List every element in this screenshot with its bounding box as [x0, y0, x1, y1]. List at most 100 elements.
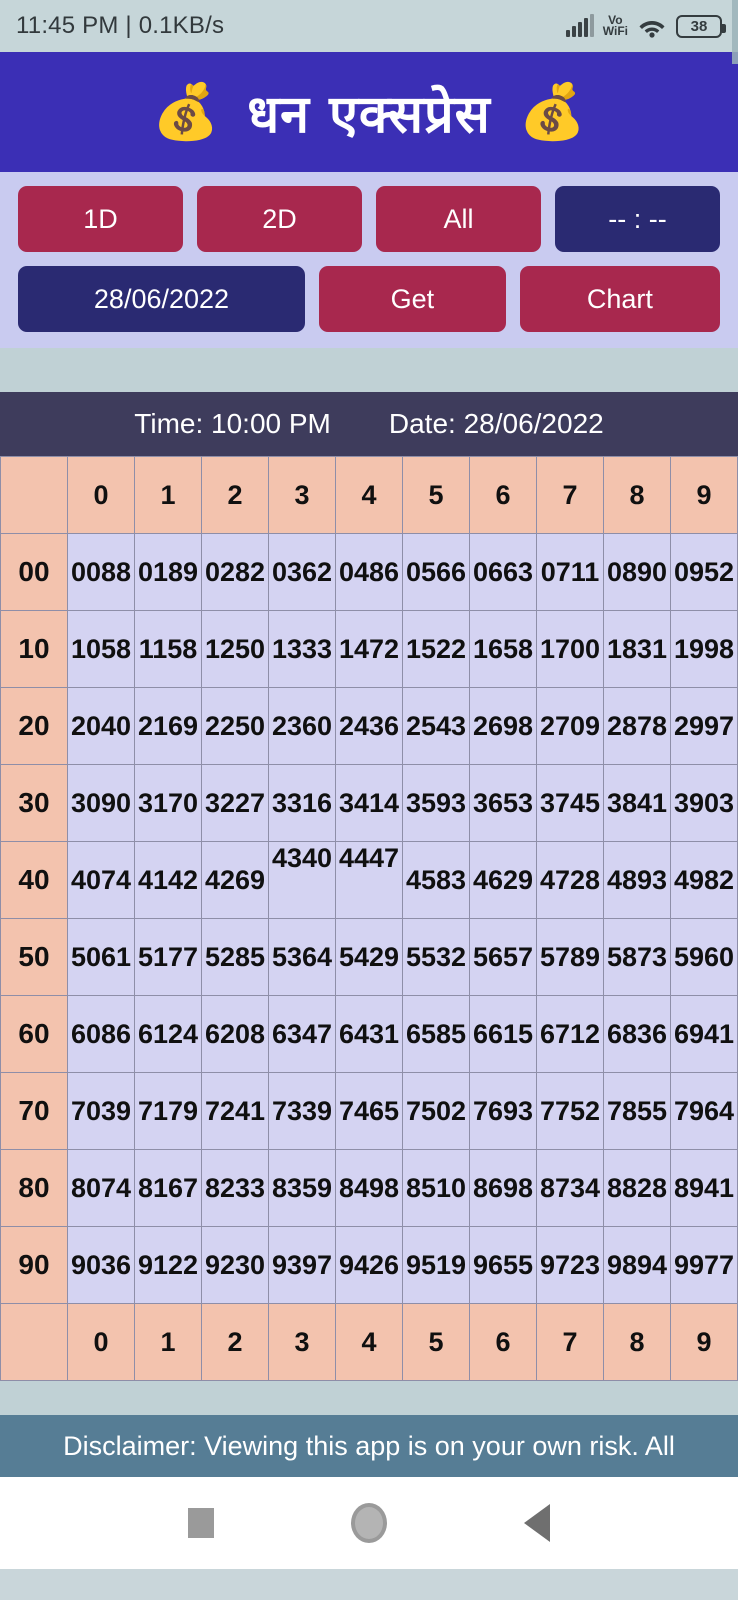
- table-cell[interactable]: 4142: [134, 841, 202, 919]
- table-cell[interactable]: 4074: [67, 841, 135, 919]
- table-cell[interactable]: 9723: [536, 1226, 604, 1304]
- table-cell[interactable]: 2543: [402, 687, 470, 765]
- table-cell[interactable]: 5285: [201, 918, 269, 996]
- table-cell[interactable]: 0711: [536, 533, 604, 611]
- table-cell[interactable]: 3903: [670, 764, 738, 842]
- table-cell[interactable]: 8510: [402, 1149, 470, 1227]
- table-cell[interactable]: 5789: [536, 918, 604, 996]
- filter-1d-button[interactable]: 1D: [18, 186, 183, 252]
- table-cell[interactable]: 1831: [603, 610, 671, 688]
- table-cell[interactable]: 3170: [134, 764, 202, 842]
- table-cell[interactable]: 7339: [268, 1072, 336, 1150]
- table-cell[interactable]: 3316: [268, 764, 336, 842]
- table-cell[interactable]: 5177: [134, 918, 202, 996]
- table-cell[interactable]: 3227: [201, 764, 269, 842]
- table-cell[interactable]: 0282: [201, 533, 269, 611]
- table-cell[interactable]: 1700: [536, 610, 604, 688]
- table-cell[interactable]: 2250: [201, 687, 269, 765]
- table-cell[interactable]: 4728: [536, 841, 604, 919]
- table-cell[interactable]: 9397: [268, 1226, 336, 1304]
- table-cell[interactable]: 1058: [67, 610, 135, 688]
- table-cell[interactable]: 4447: [335, 841, 403, 919]
- table-cell[interactable]: 3090: [67, 764, 135, 842]
- table-cell[interactable]: 3593: [402, 764, 470, 842]
- table-cell[interactable]: 0890: [603, 533, 671, 611]
- table-cell[interactable]: 8359: [268, 1149, 336, 1227]
- table-cell[interactable]: 8074: [67, 1149, 135, 1227]
- table-cell[interactable]: 2436: [335, 687, 403, 765]
- table-cell[interactable]: 5532: [402, 918, 470, 996]
- table-cell[interactable]: 1522: [402, 610, 470, 688]
- table-cell[interactable]: 5873: [603, 918, 671, 996]
- date-picker-button[interactable]: 28/06/2022: [18, 266, 305, 332]
- table-cell[interactable]: 1998: [670, 610, 738, 688]
- table-cell[interactable]: 4269: [201, 841, 269, 919]
- table-cell[interactable]: 4982: [670, 841, 738, 919]
- table-cell[interactable]: 0088: [67, 533, 135, 611]
- table-cell[interactable]: 7465: [335, 1072, 403, 1150]
- table-cell[interactable]: 1333: [268, 610, 336, 688]
- table-cell[interactable]: 5429: [335, 918, 403, 996]
- table-cell[interactable]: 9655: [469, 1226, 537, 1304]
- table-cell[interactable]: 6086: [67, 995, 135, 1073]
- table-cell[interactable]: 0189: [134, 533, 202, 611]
- table-cell[interactable]: 4340: [268, 841, 336, 919]
- table-cell[interactable]: 7752: [536, 1072, 604, 1150]
- table-cell[interactable]: 0566: [402, 533, 470, 611]
- filter-all-button[interactable]: All: [376, 186, 541, 252]
- table-cell[interactable]: 6124: [134, 995, 202, 1073]
- table-cell[interactable]: 8828: [603, 1149, 671, 1227]
- table-cell[interactable]: 8233: [201, 1149, 269, 1227]
- table-cell[interactable]: 6836: [603, 995, 671, 1073]
- table-cell[interactable]: 9230: [201, 1226, 269, 1304]
- table-cell[interactable]: 7502: [402, 1072, 470, 1150]
- table-cell[interactable]: 7693: [469, 1072, 537, 1150]
- table-cell[interactable]: 9122: [134, 1226, 202, 1304]
- table-cell[interactable]: 0952: [670, 533, 738, 611]
- table-cell[interactable]: 9519: [402, 1226, 470, 1304]
- table-cell[interactable]: 5364: [268, 918, 336, 996]
- circle-home-icon[interactable]: [350, 1503, 387, 1543]
- table-cell[interactable]: 1658: [469, 610, 537, 688]
- triangle-back-icon[interactable]: [523, 1504, 550, 1542]
- table-cell[interactable]: 5657: [469, 918, 537, 996]
- table-cell[interactable]: 0362: [268, 533, 336, 611]
- table-cell[interactable]: 3745: [536, 764, 604, 842]
- table-cell[interactable]: 9426: [335, 1226, 403, 1304]
- table-cell[interactable]: 6585: [402, 995, 470, 1073]
- table-cell[interactable]: 8941: [670, 1149, 738, 1227]
- table-cell[interactable]: 2709: [536, 687, 604, 765]
- table-cell[interactable]: 9977: [670, 1226, 738, 1304]
- table-cell[interactable]: 8498: [335, 1149, 403, 1227]
- square-recents-icon[interactable]: [188, 1508, 215, 1538]
- table-cell[interactable]: 1472: [335, 610, 403, 688]
- table-cell[interactable]: 6941: [670, 995, 738, 1073]
- table-cell[interactable]: 6208: [201, 995, 269, 1073]
- table-cell[interactable]: 7855: [603, 1072, 671, 1150]
- table-cell[interactable]: 3653: [469, 764, 537, 842]
- table-cell[interactable]: 6615: [469, 995, 537, 1073]
- table-cell[interactable]: 7964: [670, 1072, 738, 1150]
- table-cell[interactable]: 2360: [268, 687, 336, 765]
- table-cell[interactable]: 7241: [201, 1072, 269, 1150]
- table-cell[interactable]: 4629: [469, 841, 537, 919]
- table-cell[interactable]: 1158: [134, 610, 202, 688]
- table-cell[interactable]: 3414: [335, 764, 403, 842]
- table-cell[interactable]: 8698: [469, 1149, 537, 1227]
- table-cell[interactable]: 9894: [603, 1226, 671, 1304]
- table-cell[interactable]: 8734: [536, 1149, 604, 1227]
- table-cell[interactable]: 7179: [134, 1072, 202, 1150]
- table-cell[interactable]: 3841: [603, 764, 671, 842]
- table-cell[interactable]: 4893: [603, 841, 671, 919]
- table-cell[interactable]: 2040: [67, 687, 135, 765]
- get-button[interactable]: Get: [318, 266, 506, 332]
- table-cell[interactable]: 5061: [67, 918, 135, 996]
- filter-2d-button[interactable]: 2D: [197, 186, 362, 252]
- table-cell[interactable]: 5960: [670, 918, 738, 996]
- table-cell[interactable]: 6712: [536, 995, 604, 1073]
- table-cell[interactable]: 2169: [134, 687, 202, 765]
- table-cell[interactable]: 4583: [402, 841, 470, 919]
- table-cell[interactable]: 2878: [603, 687, 671, 765]
- table-cell[interactable]: 8167: [134, 1149, 202, 1227]
- results-table-container[interactable]: 0 1 2 3 4 5 6 7 8 9 00 0088 0189 0282 0362 0486 0566 0663…: [0, 456, 738, 1381]
